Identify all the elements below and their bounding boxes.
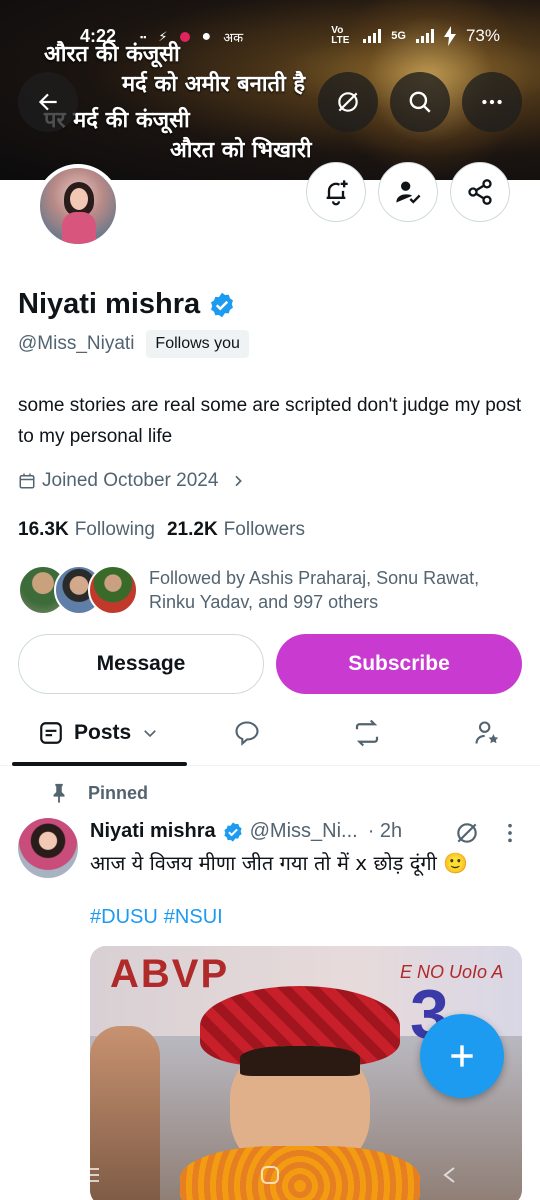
image-hair	[240, 1046, 360, 1076]
battery-percent: 73%	[465, 26, 500, 45]
pin-icon	[53, 783, 65, 804]
recents-icon[interactable]	[75, 1163, 105, 1187]
app-icon: अक	[223, 30, 244, 45]
following-count-link[interactable]: 16.3K Following	[18, 519, 155, 541]
mutual-avatars	[18, 565, 138, 615]
post-author-name[interactable]: Niyati mishra	[90, 820, 216, 843]
banner-text-line2: मर्द को अमीर बनाती है	[122, 72, 306, 97]
pinned-label: Pinned	[88, 782, 149, 803]
person-check-icon	[396, 181, 421, 204]
chat-icon: ●	[201, 28, 212, 45]
signal2-icon	[415, 29, 434, 43]
grok-icon	[338, 92, 358, 112]
post-author-avatar[interactable]	[18, 818, 78, 878]
signal-icon	[363, 29, 382, 43]
following-count: 16.3K	[18, 519, 69, 540]
network-type: 5G	[391, 30, 406, 42]
tab-replies[interactable]	[230, 716, 264, 750]
banner-text-line4: औरत को भिखारी	[170, 138, 312, 163]
image-text-left: ABVP	[110, 952, 230, 996]
share-icon	[468, 179, 492, 205]
volte-icon: Vo LTE	[331, 25, 350, 46]
person-star-icon	[475, 721, 499, 744]
pinned-indicator: Pinned	[48, 782, 148, 804]
more-vertical-icon	[508, 823, 512, 843]
chevron-right-icon	[235, 475, 243, 487]
following-status-button[interactable]	[378, 162, 438, 222]
more-options-button[interactable]	[462, 72, 522, 132]
status-time: 4:22	[80, 26, 117, 46]
profile-name-row: Niyati mishra	[18, 288, 236, 321]
status-bar: 4:22 ▪▪ ⚡ ● अक Vo LTE 5G 73%	[0, 0, 540, 60]
home-icon[interactable]	[255, 1163, 285, 1187]
avatar-dress	[62, 212, 96, 244]
back-nav-icon[interactable]	[435, 1163, 465, 1187]
post-time: · 2h	[367, 820, 403, 842]
post-header: Niyati mishra @Miss_Ni... · 2h	[90, 820, 402, 843]
plus-icon	[451, 1045, 473, 1067]
teams-icon: ⚡	[158, 29, 168, 44]
grok-icon	[457, 823, 477, 843]
follows-you-badge: Follows you	[146, 330, 249, 358]
search-icon	[409, 91, 431, 113]
back-arrow-icon	[38, 93, 57, 111]
joined-date[interactable]: Joined October 2024	[18, 470, 246, 492]
post-grok-button[interactable]	[454, 820, 480, 846]
notifications-button[interactable]	[306, 162, 366, 222]
post-text: आज ये विजय मीणा जीत गया तो में x छोड़ दू…	[90, 851, 469, 875]
followers-label: Followers	[223, 519, 305, 540]
reply-icon	[235, 721, 259, 746]
profile-name: Niyati mishra	[18, 288, 201, 320]
more-dots-icon	[482, 99, 502, 105]
verified-badge-icon	[223, 821, 242, 842]
profile-tabs: Posts	[0, 700, 540, 766]
hashtag-link[interactable]: #DUSU	[90, 906, 158, 929]
grok-button[interactable]	[318, 72, 378, 132]
share-button[interactable]	[450, 162, 510, 222]
profile-handle: @Miss_Niyati	[18, 333, 135, 354]
subscribe-button[interactable]: Subscribe	[276, 634, 522, 694]
following-label: Following	[74, 519, 155, 540]
tab-highlights[interactable]	[470, 716, 504, 750]
profile-bio: some stories are real some are scripted …	[18, 395, 522, 447]
followers-count: 21.2K	[166, 519, 218, 540]
repost-icon	[355, 719, 379, 747]
tab-posts-label: Posts	[74, 721, 132, 744]
profile-handle-row: @Miss_Niyati Follows you	[18, 330, 249, 358]
followed-by-row[interactable]: Followed by Ashis Praharaj, Sonu Rawat, …	[18, 565, 529, 615]
charging-icon	[443, 26, 456, 46]
chevron-down-icon	[144, 730, 157, 738]
back-button[interactable]	[18, 72, 78, 132]
post-more-button[interactable]	[500, 822, 520, 844]
posts-icon	[40, 722, 62, 744]
tab-reposts[interactable]	[350, 716, 384, 750]
mutual-avatar	[88, 565, 138, 615]
status-right: Vo LTE 5G 73%	[331, 26, 500, 46]
joined-label: Joined October 2024	[42, 470, 219, 491]
system-nav-bar	[0, 1150, 540, 1200]
tab-active-indicator	[12, 762, 187, 766]
follow-counts: 16.3K Following 21.2K Followers	[18, 519, 305, 541]
calendar-icon	[19, 473, 35, 489]
post-author-handle: @Miss_Ni...	[249, 820, 358, 842]
data-speed-icon: ▪▪	[140, 31, 147, 42]
profile-avatar[interactable]	[36, 164, 120, 248]
compose-post-button[interactable]	[420, 1014, 504, 1098]
followed-by-text: Followed by Ashis Praharaj, Sonu Rawat, …	[149, 568, 480, 612]
message-button[interactable]: Message	[18, 634, 264, 694]
post-hashtags: #DUSU #NSUI	[90, 906, 223, 929]
hashtag-link[interactable]: #NSUI	[164, 906, 223, 929]
followers-count-link[interactable]: 21.2K Followers	[167, 519, 305, 541]
verified-badge-icon[interactable]	[208, 291, 236, 319]
status-notification-icons: ▪▪ ⚡ ● अक	[140, 28, 243, 46]
tab-posts[interactable]: Posts	[12, 700, 187, 766]
badge-icon	[179, 32, 190, 42]
search-button[interactable]	[390, 72, 450, 132]
avatar-face	[70, 188, 88, 210]
bell-plus-icon	[326, 180, 348, 206]
